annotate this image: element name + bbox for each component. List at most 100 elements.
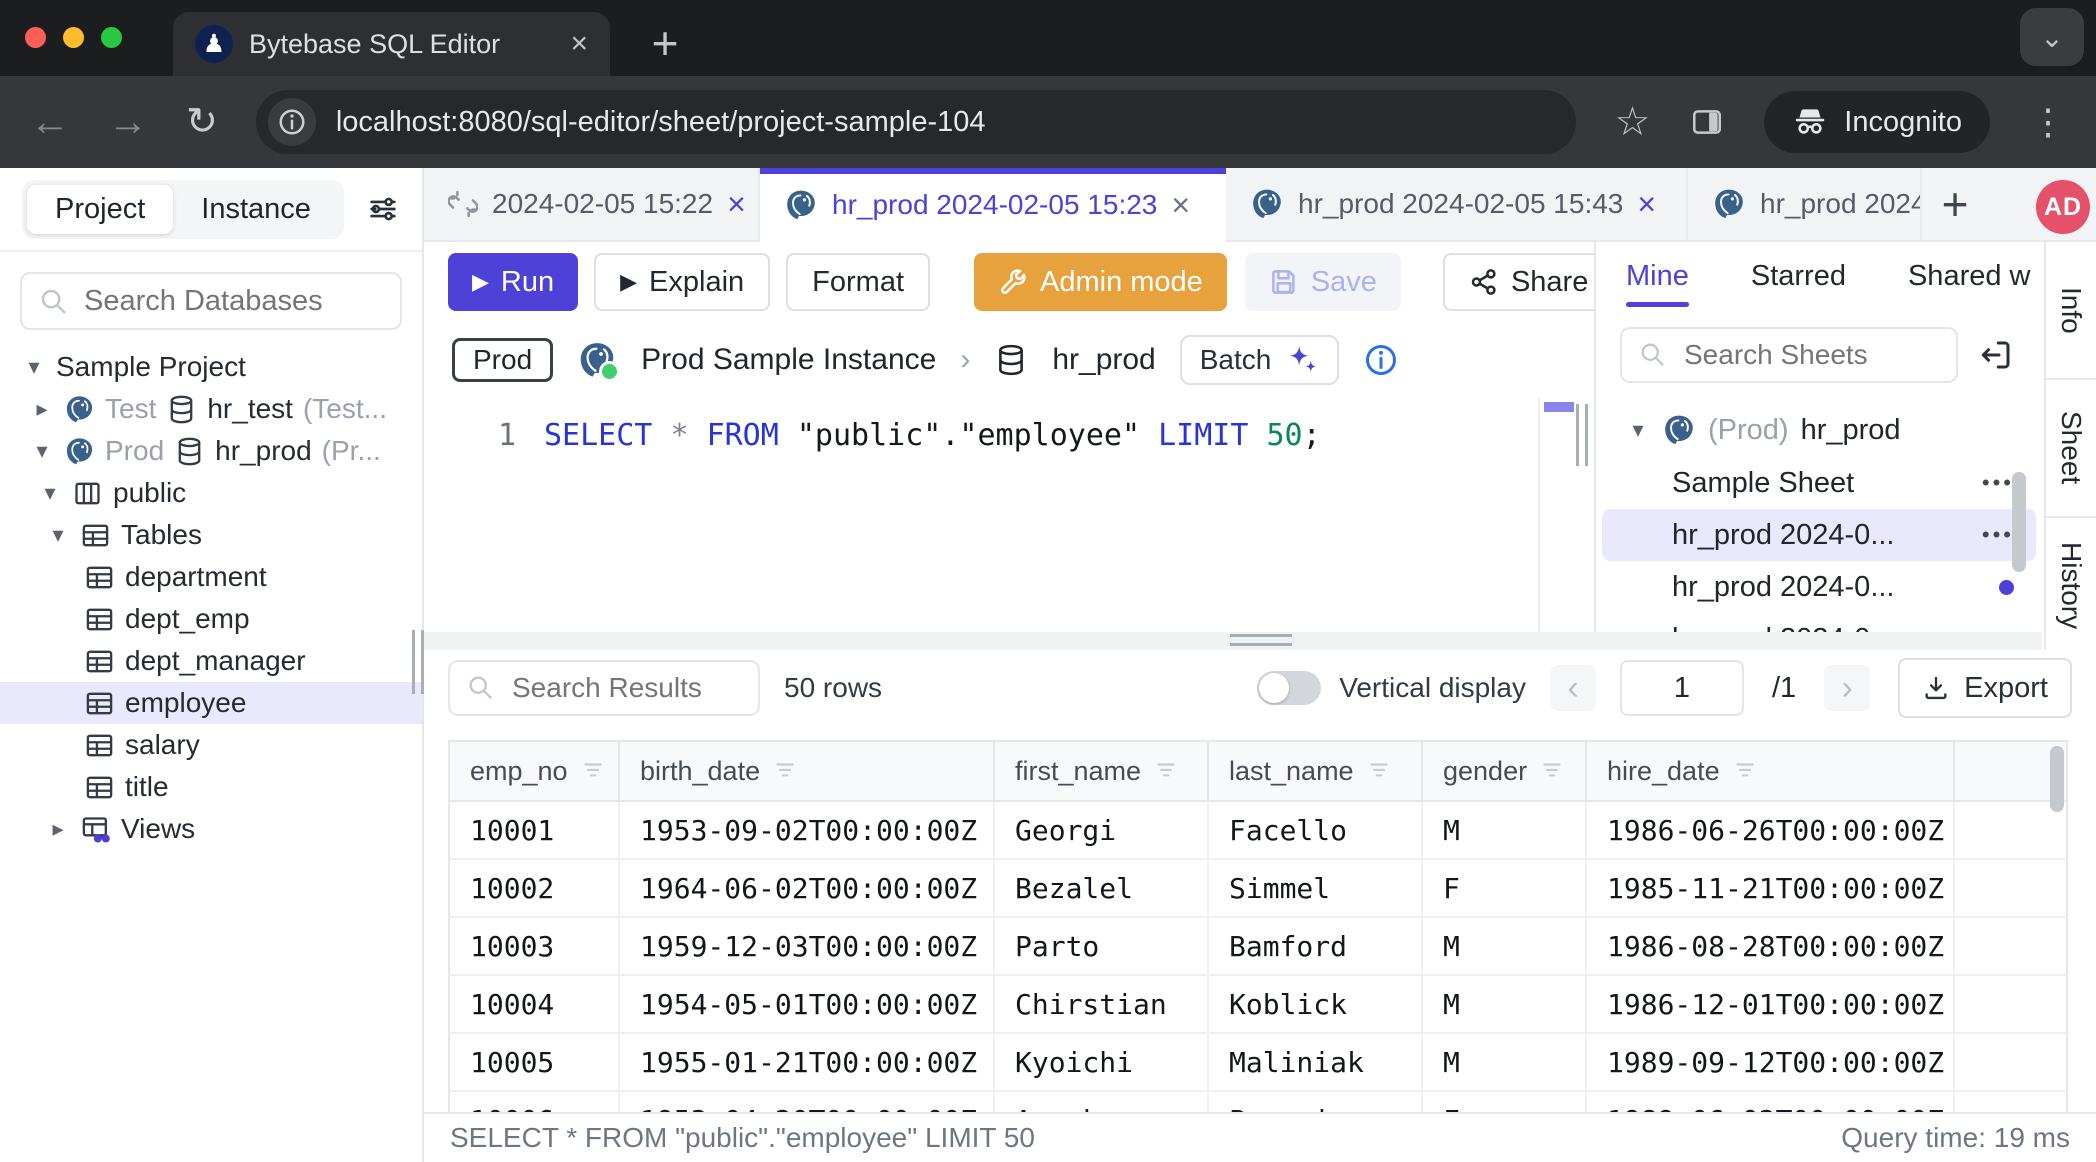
table-scrollbar[interactable] (2050, 746, 2064, 812)
tab-instance[interactable]: Instance (173, 185, 339, 234)
chevron-right-icon[interactable]: ▸ (30, 396, 54, 422)
cell[interactable]: M (1423, 918, 1587, 974)
cell[interactable]: F (1423, 860, 1587, 916)
cell[interactable]: Chirstian (995, 976, 1209, 1032)
chevron-right-icon[interactable]: ▸ (46, 816, 70, 842)
cell[interactable]: 10001 (450, 802, 620, 858)
browser-menu-icon[interactable]: ⋮ (2030, 104, 2066, 140)
tree-node-table-department[interactable]: department (0, 556, 422, 598)
cell[interactable]: M (1423, 976, 1587, 1032)
tree-node-views-group[interactable]: ▸ Views (0, 808, 422, 850)
cell[interactable]: Simmel (1209, 860, 1423, 916)
sql-editor[interactable]: 1 SELECT * FROM "public"."employee" LIMI… (424, 398, 1594, 632)
sort-icon[interactable] (580, 758, 606, 784)
previous-page-button[interactable]: ‹ (1550, 665, 1596, 711)
results-search[interactable] (448, 660, 760, 716)
search-sheets-input[interactable] (1682, 338, 1926, 372)
collapse-panel-icon[interactable] (1978, 337, 2014, 373)
info-icon[interactable] (1363, 342, 1399, 378)
cell[interactable]: 1985-11-21T00:00:00Z (1587, 860, 1955, 916)
cell[interactable]: 10005 (450, 1034, 620, 1090)
forward-icon[interactable]: → (108, 102, 148, 142)
more-menu-icon[interactable]: ••• (1982, 470, 2014, 496)
table-row[interactable]: 10003 1959-12-03T00:00:00Z Parto Bamford… (448, 918, 2068, 976)
cell[interactable]: 1964-06-02T00:00:00Z (620, 860, 995, 916)
table-row[interactable]: 10005 1955-01-21T00:00:00Z Kyoichi Malin… (448, 1034, 2068, 1092)
sort-icon[interactable] (1153, 758, 1179, 784)
breadcrumb-instance[interactable]: Prod Sample Instance (641, 343, 936, 377)
close-tab-icon[interactable]: × (727, 188, 746, 220)
cell[interactable]: Parto (995, 918, 1209, 974)
tree-node-project[interactable]: ▾ Sample Project (0, 346, 422, 388)
cell[interactable]: Georgi (995, 802, 1209, 858)
cell[interactable]: Facello (1209, 802, 1423, 858)
cell[interactable]: M (1423, 802, 1587, 858)
column-header-emp-no[interactable]: emp_no (450, 742, 620, 800)
editor-panel-resize-handle[interactable] (1576, 404, 1588, 466)
tab-search-chevron-button[interactable]: ⌄ (2020, 8, 2084, 66)
cell[interactable]: Maliniak (1209, 1034, 1423, 1090)
admin-mode-button[interactable]: Admin mode (974, 253, 1227, 311)
window-zoom-button[interactable] (101, 27, 122, 48)
cell[interactable]: Preusig (1209, 1092, 1423, 1112)
tree-node-hr-prod[interactable]: ▾ Prod hr_prod (Pr... (0, 430, 422, 472)
cell[interactable]: 1986-12-01T00:00:00Z (1587, 976, 1955, 1032)
cell[interactable]: Kyoichi (995, 1034, 1209, 1090)
cell[interactable]: 1986-08-28T00:00:00Z (1587, 918, 1955, 974)
search-results-input[interactable] (510, 671, 734, 705)
sheet-group-hr-prod[interactable]: ▾ (Prod) hr_prod (1596, 403, 2044, 457)
sheet-item-unsaved-1[interactable]: hr_prod 2024-0... (1602, 561, 2036, 613)
explain-button[interactable]: ▶ Explain (594, 253, 770, 311)
tree-node-table-dept-emp[interactable]: dept_emp (0, 598, 422, 640)
sort-icon[interactable] (1732, 758, 1758, 784)
cell[interactable]: M (1423, 1034, 1587, 1090)
cell[interactable]: 1989-09-12T00:00:00Z (1587, 1034, 1955, 1090)
run-button[interactable]: ▶ Run (448, 253, 578, 311)
browser-tab-close-icon[interactable]: × (570, 29, 588, 59)
site-info-icon[interactable] (268, 98, 316, 146)
splitter-drag-handle[interactable] (1230, 634, 1292, 646)
new-browser-tab-button[interactable]: + (634, 14, 696, 72)
window-minimize-button[interactable] (63, 27, 84, 48)
cell[interactable]: 1953-04-20T00:00:00Z (620, 1092, 995, 1112)
tree-node-table-title[interactable]: title (0, 766, 422, 808)
column-header-first-name[interactable]: first_name (995, 742, 1209, 800)
batch-button[interactable]: Batch (1180, 335, 1340, 385)
more-menu-icon[interactable]: ••• (1982, 522, 2014, 548)
minimap[interactable] (1538, 398, 1540, 632)
rail-tab-history[interactable]: History (2046, 518, 2096, 656)
editor-tab-1[interactable]: 2024-02-05 15:22 × (424, 168, 760, 240)
cell[interactable]: 10003 (450, 918, 620, 974)
cell[interactable]: Koblick (1209, 976, 1423, 1032)
window-close-button[interactable] (25, 27, 46, 48)
column-header-last-name[interactable]: last_name (1209, 742, 1423, 800)
table-row[interactable]: 10002 1964-06-02T00:00:00Z Bezalel Simme… (448, 860, 2068, 918)
page-number-input[interactable] (1620, 660, 1744, 716)
side-panel-icon[interactable] (1690, 105, 1724, 139)
save-button[interactable]: Save (1245, 253, 1401, 311)
tab-shared-with-me[interactable]: Shared w (1908, 260, 2031, 307)
bookmark-star-icon[interactable]: ☆ (1614, 102, 1650, 142)
tree-node-table-employee[interactable]: employee (0, 682, 422, 724)
vertical-display-toggle[interactable] (1257, 671, 1321, 705)
tree-node-table-salary[interactable]: salary (0, 724, 422, 766)
sheet-panel-scrollbar[interactable] (2012, 472, 2026, 572)
editor-tab-4[interactable]: hr_prod 2024-0 (1688, 168, 1922, 240)
database-search[interactable] (20, 272, 402, 330)
editor-tab-3[interactable]: hr_prod 2024-02-05 15:43 × (1226, 168, 1688, 240)
next-page-button[interactable]: › (1824, 665, 1870, 711)
tree-node-hr-test[interactable]: ▸ Test hr_test (Test... (0, 388, 422, 430)
tab-project[interactable]: Project (27, 185, 173, 234)
sheet-item-unsaved-2[interactable]: hr_prod 2024-0 (1602, 613, 2036, 632)
cell[interactable]: 1953-09-02T00:00:00Z (620, 802, 995, 858)
cell[interactable]: 10004 (450, 976, 620, 1032)
browser-tab[interactable]: ♟ Bytebase SQL Editor × (173, 12, 610, 76)
sidebar-resize-handle[interactable] (412, 630, 424, 694)
omnibox[interactable]: localhost:8080/sql-editor/sheet/project-… (256, 90, 1577, 154)
tree-node-tables-group[interactable]: ▾ Tables (0, 514, 422, 556)
sheet-search[interactable] (1620, 327, 1958, 383)
table-row[interactable]: 10004 1954-05-01T00:00:00Z Chirstian Kob… (448, 976, 2068, 1034)
breadcrumb-database[interactable]: hr_prod (1052, 343, 1155, 377)
cell[interactable]: 1989-06-02T00:00:00Z (1587, 1092, 1955, 1112)
tree-node-table-dept-manager[interactable]: dept_manager (0, 640, 422, 682)
